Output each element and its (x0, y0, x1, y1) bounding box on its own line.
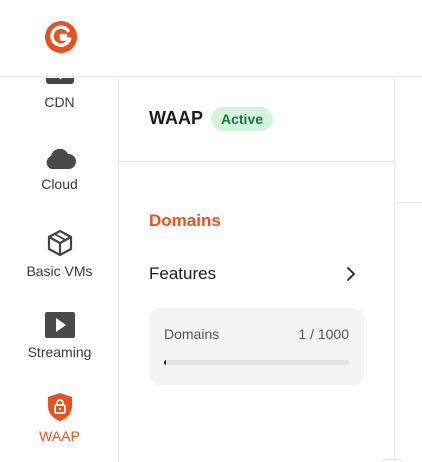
nav-item-features[interactable]: Features (149, 264, 359, 284)
quota-label: Domains (164, 326, 220, 342)
nav-item-domains[interactable]: Domains (149, 211, 221, 231)
quota-progress-fill (164, 360, 167, 365)
sidebar-item-cdn[interactable]: CDN (0, 78, 118, 110)
shield-lock-icon (47, 393, 72, 421)
cdn-icon (45, 78, 74, 84)
cube-icon (47, 229, 72, 257)
quota-count: 1 / 1000 (298, 326, 349, 342)
sidebar-item-label: Cloud (41, 176, 78, 192)
page-title: WAAP (149, 108, 203, 128)
quota-progress-bar (164, 360, 349, 365)
content-area (396, 78, 422, 462)
sidebar-item-label: Streaming (27, 344, 92, 360)
divider (396, 202, 422, 203)
waap-panel: WAAP Active Domains Features Domains 1 /… (119, 78, 395, 462)
sidebar-item-waap[interactable]: WAAP (0, 392, 118, 444)
chevron-right-icon[interactable] (344, 266, 358, 282)
status-badge: Active (211, 107, 274, 131)
gcore-logo-icon[interactable] (44, 20, 78, 54)
sidebar-item-label: WAAP (39, 428, 80, 444)
sidebar-item-streaming[interactable]: Streaming (0, 312, 118, 360)
sidebar-item-cloud[interactable]: Cloud (0, 148, 118, 192)
sidebar-item-label: Basic VMs (26, 263, 93, 279)
sidebar-item-label: CDN (44, 94, 75, 110)
cloud-icon (46, 148, 76, 169)
sidebar-item-basic-vms[interactable]: Basic VMs (0, 229, 118, 279)
top-bar (0, 0, 422, 77)
play-icon (44, 312, 75, 338)
sidebar: CDN Cloud Basic VMs Streaming WAAP (0, 78, 119, 462)
domains-quota-card: Domains 1 / 1000 (149, 308, 364, 385)
panel-header: WAAP Active (119, 78, 394, 162)
